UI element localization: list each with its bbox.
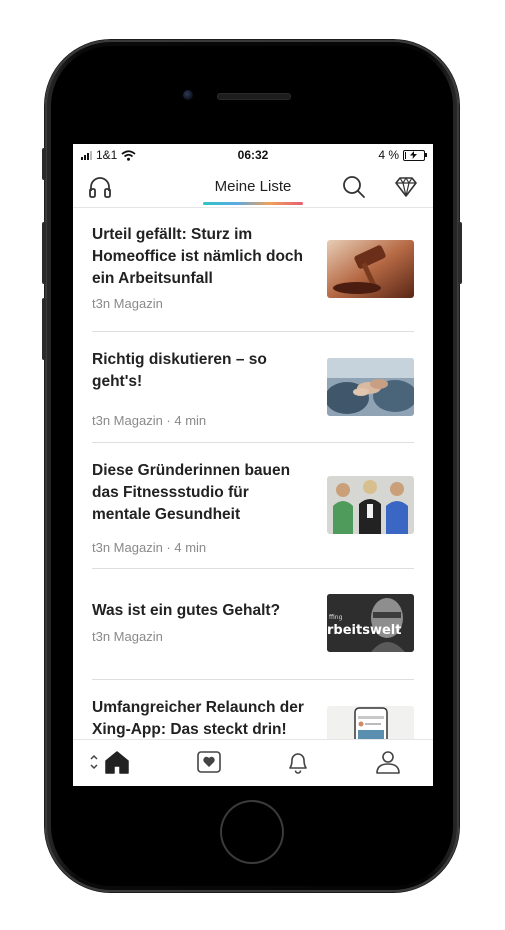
mute-switch [42, 148, 46, 180]
article-thumbnail[interactable] [327, 240, 414, 298]
thumbnail-text: rbeitswelt [327, 623, 402, 638]
front-camera [183, 90, 193, 100]
three-founders-image [327, 476, 414, 534]
status-bar: 1&1 06:32 4 % [73, 144, 433, 166]
battery-icon [403, 149, 427, 161]
page-title[interactable]: Meine Liste [73, 178, 433, 195]
article-title[interactable]: Umfangreicher Relaunch der Xing-App: Das… [92, 697, 310, 739]
article-thumbnail[interactable] [327, 358, 414, 416]
search-icon[interactable] [341, 174, 367, 200]
article-item[interactable]: Urteil gefällt: Sturz im Homeoffice ist … [92, 208, 414, 332]
profile-icon[interactable] [374, 748, 402, 776]
saved-heart-icon[interactable] [195, 748, 223, 776]
thumbnail-small-text: ffing [329, 614, 343, 621]
home-icon[interactable] [103, 748, 131, 776]
bell-icon[interactable] [284, 748, 312, 776]
status-right: 4 % [378, 148, 427, 162]
earpiece-speaker [217, 93, 291, 100]
bottom-tab-bar [73, 739, 433, 786]
article-item[interactable]: Richtig diskutieren – so geht's! t3n Mag… [92, 331, 414, 443]
article-item[interactable]: Diese Gründerinnen bauen das Fitnessstud… [92, 442, 414, 569]
article-title[interactable]: Urteil gefällt: Sturz im Homeoffice ist … [92, 224, 310, 290]
volume-up-button [42, 222, 46, 284]
power-button [458, 222, 462, 284]
hands-discussion-image [327, 358, 414, 416]
article-title[interactable]: Diese Gründerinnen bauen das Fitnessstud… [92, 460, 310, 526]
chevron-updown-icon[interactable] [90, 754, 98, 770]
article-thumbnail[interactable] [327, 476, 414, 534]
article-item[interactable]: Was ist ein gutes Gehalt? t3n Magazin ff… [92, 568, 414, 680]
app-screenshot-image [327, 706, 414, 739]
volume-down-button [42, 298, 46, 360]
article-source: t3n Magazin · 4 min [92, 540, 207, 555]
article-thumbnail[interactable]: ffing rbeitswelt [327, 594, 414, 652]
app-screen: 1&1 06:32 4 % Meine Liste Urteil gefällt… [73, 144, 433, 786]
battery-percent: 4 % [378, 148, 399, 162]
diamond-icon[interactable] [393, 174, 419, 200]
article-title[interactable]: Richtig diskutieren – so geht's! [92, 349, 310, 393]
article-thumbnail[interactable] [327, 706, 414, 739]
article-source: t3n Magazin [92, 629, 163, 644]
active-tab-underline [203, 202, 303, 205]
article-source: t3n Magazin · 4 min [92, 413, 207, 428]
home-button[interactable] [220, 800, 284, 864]
article-source: t3n Magazin [92, 296, 163, 311]
article-title[interactable]: Was ist ein gutes Gehalt? [92, 600, 310, 622]
top-nav-bar: Meine Liste [73, 166, 433, 208]
article-item[interactable]: Umfangreicher Relaunch der Xing-App: Das… [92, 679, 414, 739]
judge-gavel-image [327, 240, 414, 298]
article-feed: Urteil gefällt: Sturz im Homeoffice ist … [73, 208, 433, 739]
